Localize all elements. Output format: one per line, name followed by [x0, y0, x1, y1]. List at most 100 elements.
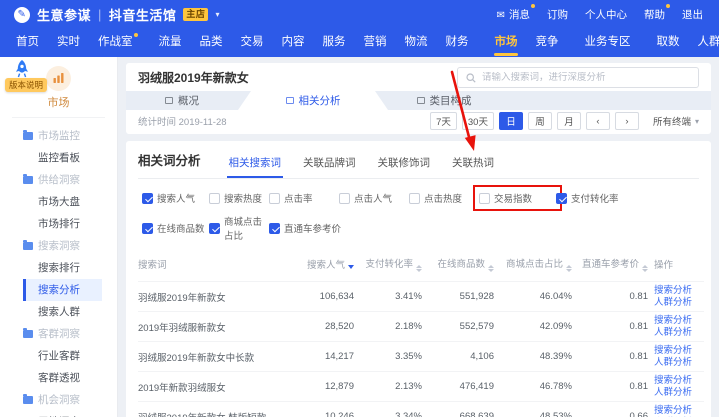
sidebar-item[interactable]: 市场排行: [23, 213, 102, 235]
nav-item[interactable]: 竞争: [536, 29, 559, 57]
analysis-tab[interactable]: 相关分析: [238, 91, 388, 110]
search-analysis-link[interactable]: 搜索分析: [654, 345, 704, 357]
metric-checkbox[interactable]: 支付转化率: [556, 191, 619, 205]
col-header-train-ref-price[interactable]: 直通车参考价: [572, 254, 648, 282]
col-header-mall-click-share[interactable]: 商城点击占比: [494, 254, 572, 282]
nav-item[interactable]: 服务: [323, 29, 346, 57]
metric-checkbox[interactable]: 搜索人气: [142, 191, 209, 205]
sidebar-item[interactable]: 搜索洞察: [23, 235, 102, 257]
terminal-filter[interactable]: 所有终端 ▾: [653, 114, 699, 128]
nav-item[interactable]: 业务专区: [585, 29, 631, 57]
search-input[interactable]: [482, 72, 690, 83]
sidebar-item[interactable]: 行业客群: [23, 345, 102, 367]
checkbox-icon[interactable]: [409, 193, 420, 204]
header-utility-item[interactable]: 帮助: [644, 7, 665, 22]
date-range-button[interactable]: ›: [615, 112, 639, 130]
checkbox-icon[interactable]: [142, 223, 153, 234]
sidebar-item[interactable]: 机会洞察: [23, 389, 102, 411]
header-utility-item[interactable]: 退出: [682, 7, 703, 22]
search-analysis-link[interactable]: 搜索分析: [654, 375, 704, 387]
checkbox-icon[interactable]: [556, 193, 567, 204]
date-range-button[interactable]: 月: [557, 112, 581, 130]
checkbox-icon[interactable]: [209, 193, 220, 204]
nav-item[interactable]: 交易: [241, 29, 264, 57]
nav-item[interactable]: 实时: [57, 29, 80, 57]
sort-icon[interactable]: [348, 265, 354, 269]
search-analysis-link[interactable]: 搜索分析: [654, 285, 704, 297]
nav-item-label: 交易: [241, 36, 264, 48]
nav-item[interactable]: 取数: [657, 29, 680, 57]
metric-checkbox[interactable]: 交易指数: [479, 191, 556, 205]
checkbox-icon[interactable]: [142, 193, 153, 204]
sidebar-item[interactable]: 属性洞察: [23, 411, 102, 417]
related-word-tab[interactable]: 相关搜索词: [229, 155, 282, 179]
metric-checkbox[interactable]: 点击人气: [339, 191, 409, 205]
related-word-tab[interactable]: 关联品牌词: [303, 155, 356, 179]
analysis-tab[interactable]: 类目构成: [388, 91, 500, 110]
col-header-online-products[interactable]: 在线商品数: [422, 254, 494, 282]
search-analysis-link[interactable]: 搜索分析: [654, 315, 704, 327]
sidebar-item[interactable]: 市场大盘: [23, 191, 102, 213]
checkbox-icon[interactable]: [479, 193, 490, 204]
related-word-tab[interactable]: 关联热词: [452, 155, 494, 179]
nav-item[interactable]: 物流: [405, 29, 428, 57]
analysis-tab[interactable]: 概况: [126, 91, 238, 110]
cell-train-ref-price: 0.81: [572, 372, 648, 402]
search-analysis-link[interactable]: 搜索分析: [654, 405, 704, 417]
nav-item[interactable]: 人群管理: [698, 29, 719, 57]
date-range-button[interactable]: 周: [528, 112, 552, 130]
header-utility-item[interactable]: 消息: [497, 7, 530, 22]
version-note-widget[interactable]: 版本说明: [5, 59, 47, 92]
sidebar-item[interactable]: 搜索分析: [23, 279, 102, 301]
checkbox-icon[interactable]: [269, 193, 280, 204]
col-header-pay-conversion[interactable]: 支付转化率: [354, 254, 422, 282]
metric-checkbox[interactable]: 点击率: [269, 191, 339, 205]
crowd-analysis-link[interactable]: 人群分析: [654, 297, 704, 309]
col-header-word[interactable]: 搜索词: [138, 254, 284, 282]
header-utility-item[interactable]: 个人中心: [585, 7, 627, 22]
metric-checkbox[interactable]: 点击热度: [409, 191, 479, 205]
date-range-label: 30天: [468, 114, 488, 128]
nav-item[interactable]: 营销: [364, 29, 387, 57]
shop-switch-caret-icon[interactable]: ▾: [215, 10, 220, 19]
nav-item[interactable]: 品类: [200, 29, 223, 57]
sort-icon[interactable]: [416, 265, 422, 272]
sidebar-item[interactable]: 搜索人群: [23, 301, 102, 323]
sidebar-item[interactable]: 监控看板: [23, 147, 102, 169]
date-range-button[interactable]: ‹: [586, 112, 610, 130]
sidebar-item[interactable]: 搜索排行: [23, 257, 102, 279]
nav-item[interactable]: 流量: [159, 29, 182, 57]
date-range-button[interactable]: 30天: [462, 112, 494, 130]
sidebar-item[interactable]: 客群透视: [23, 367, 102, 389]
sidebar-item[interactable]: 供给洞察: [23, 169, 102, 191]
sidebar-item[interactable]: 客群洞察: [23, 323, 102, 345]
keyword-search-box[interactable]: [457, 67, 699, 88]
cell-mall-click-share: 46.78%: [494, 372, 572, 402]
brand[interactable]: ✎ 生意参谋 | 抖音生活馆 主店 ▾: [14, 5, 220, 24]
checkbox-icon[interactable]: [339, 193, 350, 204]
date-range-button[interactable]: 7天: [430, 112, 457, 130]
sort-icon[interactable]: [488, 265, 494, 272]
nav-item[interactable]: 作战室: [98, 29, 133, 57]
nav-item[interactable]: 首页: [16, 29, 39, 57]
crowd-analysis-link[interactable]: 人群分析: [654, 357, 704, 369]
metric-checkbox[interactable]: 在线商品数: [142, 214, 209, 242]
sort-icon[interactable]: [566, 265, 572, 272]
checkbox-icon[interactable]: [269, 223, 280, 234]
nav-item[interactable]: 市场: [495, 29, 518, 57]
metric-checkbox[interactable]: 直通车参考价: [269, 214, 341, 242]
date-range-button[interactable]: 日: [499, 112, 523, 130]
metric-checkbox[interactable]: 搜索热度: [209, 191, 269, 205]
version-badge[interactable]: 版本说明: [5, 78, 47, 92]
crowd-analysis-link[interactable]: 人群分析: [654, 327, 704, 339]
metric-checkbox[interactable]: 商城点击占比: [209, 214, 269, 242]
sidebar-item[interactable]: 市场监控: [23, 125, 102, 147]
header-utility-item[interactable]: 订购: [547, 7, 568, 22]
checkbox-icon[interactable]: [209, 223, 220, 234]
crowd-analysis-link[interactable]: 人群分析: [654, 387, 704, 399]
col-header-search-popularity[interactable]: 搜索人气: [284, 254, 354, 282]
nav-item[interactable]: 财务: [446, 29, 469, 57]
related-word-tab[interactable]: 关联修饰词: [378, 155, 431, 179]
sort-icon[interactable]: [642, 265, 648, 272]
nav-item[interactable]: 内容: [282, 29, 305, 57]
